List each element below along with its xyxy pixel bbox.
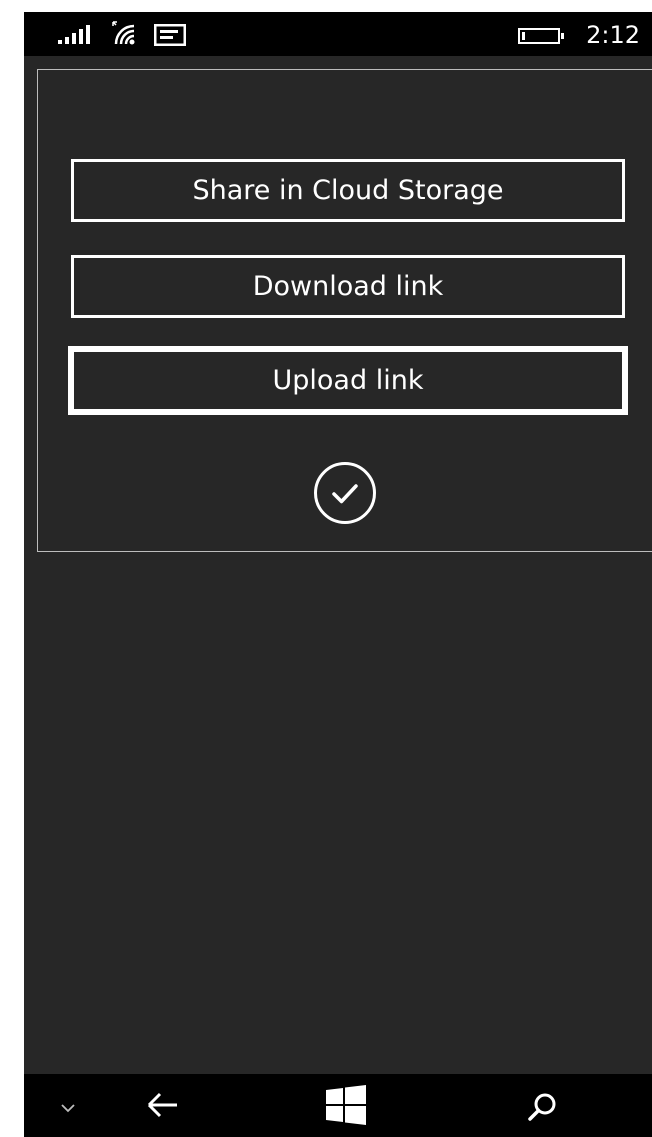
checkmark-circle-icon[interactable] bbox=[313, 461, 377, 525]
windows-start-icon[interactable] bbox=[326, 1085, 366, 1125]
share-options-dialog: Share in Cloud Storage Download link Upl… bbox=[37, 69, 652, 552]
battery-icon bbox=[518, 28, 564, 44]
wifi-icon bbox=[112, 21, 135, 45]
upload-link-button[interactable]: Upload link bbox=[68, 346, 628, 415]
signal-icon bbox=[58, 25, 90, 44]
chevron-down-icon[interactable] bbox=[60, 1102, 76, 1114]
download-link-button[interactable]: Download link bbox=[71, 255, 625, 318]
status-bar: 2:12 bbox=[24, 12, 652, 56]
navigation-bar bbox=[24, 1074, 652, 1137]
back-arrow-icon[interactable] bbox=[146, 1091, 180, 1119]
phone-screen: 2:12 Share in Cloud Storage Download lin… bbox=[24, 12, 652, 1137]
search-icon[interactable] bbox=[527, 1092, 557, 1122]
message-icon bbox=[154, 24, 186, 46]
share-in-cloud-storage-button[interactable]: Share in Cloud Storage bbox=[71, 159, 625, 222]
clock: 2:12 bbox=[586, 21, 640, 49]
